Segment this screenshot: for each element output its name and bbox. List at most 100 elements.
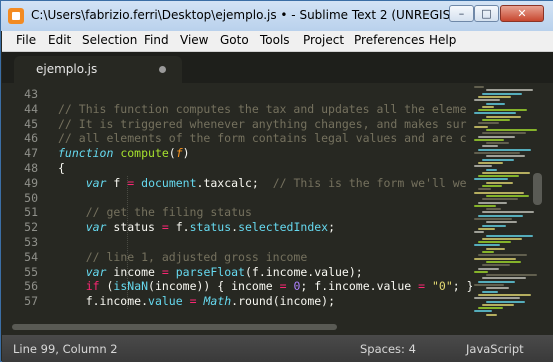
line-number: 46	[24, 131, 38, 146]
tab-ejemplo-js[interactable]: ejemplo.js	[14, 56, 182, 83]
minimap-line	[474, 218, 512, 220]
minimap-line	[486, 181, 513, 184]
minimap-line	[474, 231, 484, 234]
syntax-mode[interactable]: JavaScript	[466, 342, 524, 356]
minimap-line	[482, 198, 518, 201]
code-token: var	[85, 264, 107, 279]
code-token: compute	[120, 146, 169, 161]
code-token: // It is triggered whenever anything cha…	[58, 116, 467, 131]
code-token: // This is the form we'll we	[272, 175, 467, 190]
code-line: // This function computes the tax and up…	[58, 102, 467, 116]
minimap-line	[482, 119, 510, 121]
cursor-position: Line 99, Column 2	[13, 342, 118, 356]
minimap-line	[478, 293, 531, 296]
sublime-app-icon	[8, 8, 24, 24]
menu-selection[interactable]: Selection	[82, 33, 137, 47]
horizontal-scrollbar-thumb[interactable]	[12, 324, 337, 330]
minimap-line	[486, 155, 525, 158]
minimap-line	[486, 260, 521, 263]
code-line: // It is triggered whenever anything cha…	[58, 117, 467, 131]
maximize-button[interactable]: □	[474, 5, 499, 22]
editor-pane[interactable]: 43 44 45 46 47 48 49 50 51 52 53 54 55 56 57 // This f…	[2, 83, 553, 319]
code-token: )	[182, 146, 190, 161]
close-button[interactable]: ✕	[500, 5, 544, 22]
menu-help[interactable]: Help	[429, 33, 456, 47]
minimap-line	[482, 158, 514, 161]
minimap-line	[482, 303, 514, 306]
code-token: // line 1, adjusted gross income	[85, 249, 308, 264]
minimap-line	[474, 165, 492, 168]
menu-goto[interactable]: Goto	[220, 33, 249, 47]
window-title: C:\Users\fabrizio.ferri\Desktop\ejemplo.…	[31, 8, 495, 22]
minimap-line	[478, 188, 491, 191]
horizontal-scrollbar[interactable]	[2, 319, 553, 335]
code-line: // get the filing status	[58, 205, 252, 219]
code-token: status	[106, 220, 162, 235]
line-number: 52	[24, 220, 38, 235]
code-area[interactable]: // This function computes the tax and up…	[58, 83, 472, 319]
minimap-line	[478, 161, 503, 164]
code-token: document	[141, 175, 197, 190]
minimap-line	[482, 171, 530, 174]
minimap-line	[486, 234, 533, 237]
minimap-line	[482, 290, 498, 293]
minimap-line	[474, 284, 504, 286]
minimap-line	[474, 178, 508, 181]
code-token: var	[85, 220, 107, 235]
code-token: ;	[328, 220, 336, 235]
menu-edit[interactable]: Edit	[48, 33, 71, 47]
minimap-line	[474, 257, 516, 260]
code-line: var f = document.taxcalc; // This is the…	[58, 176, 467, 190]
menu-file[interactable]: File	[16, 33, 36, 47]
sublime-window: C:\Users\fabrizio.ferri\Desktop\ejemplo.…	[0, 0, 553, 362]
line-number: 44	[24, 101, 38, 116]
code-token: f.income.	[58, 294, 149, 309]
line-number: 57	[24, 294, 38, 309]
menu-tools[interactable]: Tools	[260, 33, 290, 47]
code-token: status	[189, 220, 232, 235]
minimap-line	[486, 128, 537, 131]
indentation-setting[interactable]: Spaces: 4	[360, 342, 416, 356]
code-token: parseFloat	[175, 264, 245, 279]
code-line: {	[58, 161, 65, 175]
code-token: value	[148, 294, 183, 309]
code-token: ; f.income.value	[300, 279, 419, 294]
minimap-line	[486, 115, 521, 118]
code-line: function compute(f)	[58, 146, 190, 160]
minimize-button[interactable]: –	[449, 5, 474, 22]
code-token: (f.income.value);	[245, 264, 363, 279]
minimap-line	[482, 105, 494, 108]
code-line: var income = parseFloat(f.income.value);	[58, 265, 363, 279]
title-bar[interactable]: C:\Users\fabrizio.ferri\Desktop\ejemplo.…	[1, 1, 553, 31]
minimap-line	[478, 201, 507, 204]
minimap-line	[482, 224, 506, 227]
minimap-line	[478, 122, 499, 125]
line-number: 51	[24, 205, 38, 220]
minimap-line	[478, 280, 515, 283]
code-line: // line 1, adjusted gross income	[58, 249, 308, 264]
menu-preferences[interactable]: Preferences	[354, 33, 425, 47]
minimap-line	[486, 300, 525, 303]
line-number: 56	[24, 279, 38, 294]
tab-label: ejemplo.js	[36, 62, 98, 76]
minimap-line	[478, 135, 515, 138]
menu-view[interactable]: View	[180, 33, 208, 47]
minimap-line	[482, 132, 526, 135]
minimap-line	[482, 92, 522, 95]
minimap-line	[474, 204, 496, 207]
minimap-line	[478, 109, 527, 112]
vertical-scrollbar-thumb[interactable]	[533, 173, 542, 205]
unsaved-dot-icon[interactable]	[159, 66, 166, 73]
minimap-line	[482, 264, 510, 267]
minimap-line	[486, 102, 505, 105]
menu-project[interactable]: Project	[303, 33, 344, 47]
minimap-line	[474, 112, 516, 115]
minimap-line	[478, 267, 499, 270]
code-token: // This function computes the tax and up…	[58, 101, 467, 116]
line-number: 48	[24, 161, 38, 175]
menu-find[interactable]: Find	[144, 33, 169, 47]
